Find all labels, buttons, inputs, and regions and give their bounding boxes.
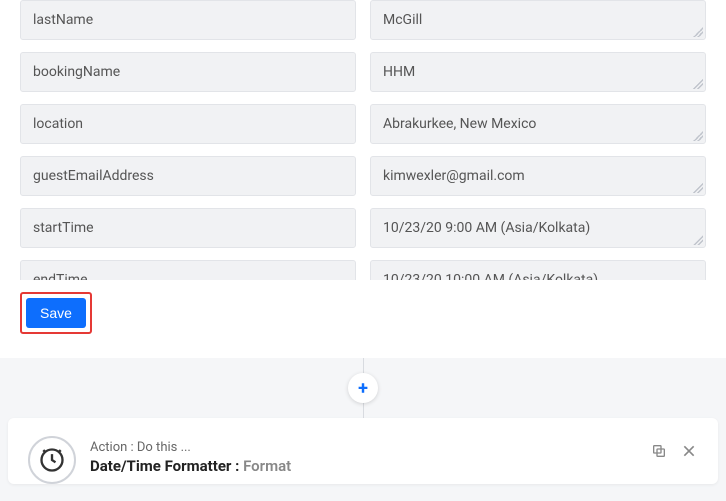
form-card: lastName McGill bookingName HHM location… [0,0,726,358]
field-value[interactable]: McGill [370,0,706,40]
field-value[interactable]: kimwexler@gmail.com [370,156,706,196]
field-row: bookingName HHM [20,52,706,92]
field-key[interactable]: lastName [20,0,356,40]
field-key[interactable]: endTime [20,260,356,280]
save-button[interactable]: Save [26,298,86,328]
field-value[interactable]: HHM [370,52,706,92]
field-value[interactable]: Abrakurkee, New Mexico [370,104,706,144]
field-row: lastName McGill [20,0,706,40]
action-prefix: Action : Do this ... [90,440,636,455]
copy-icon[interactable] [650,442,668,460]
field-key[interactable]: startTime [20,208,356,248]
field-key[interactable]: guestEmailAddress [20,156,356,196]
close-icon[interactable] [680,442,698,460]
step-connector: + [0,358,726,418]
save-area: Save [0,280,726,338]
action-card[interactable]: Action : Do this ... Date/Time Formatter… [8,418,718,484]
card-actions [650,436,698,460]
fields-scroll[interactable]: lastName McGill bookingName HHM location… [0,0,726,280]
plus-icon: + [358,378,368,399]
field-row: guestEmailAddress kimwexler@gmail.com [20,156,706,196]
field-row: startTime 10/23/20 9:00 AM (Asia/Kolkata… [20,208,706,248]
field-key[interactable]: bookingName [20,52,356,92]
field-value[interactable]: 10/23/20 9:00 AM (Asia/Kolkata) [370,208,706,248]
add-step-button[interactable]: + [348,373,378,403]
action-text: Action : Do this ... Date/Time Formatter… [90,436,636,475]
action-title: Date/Time Formatter : Format [90,457,636,475]
field-key[interactable]: location [20,104,356,144]
field-row: location Abrakurkee, New Mexico [20,104,706,144]
clock-icon [28,436,76,484]
field-row: endTime 10/23/20 10:00 AM (Asia/Kolkata) [20,260,706,280]
field-value[interactable]: 10/23/20 10:00 AM (Asia/Kolkata) [370,260,706,280]
save-highlight: Save [20,292,92,334]
